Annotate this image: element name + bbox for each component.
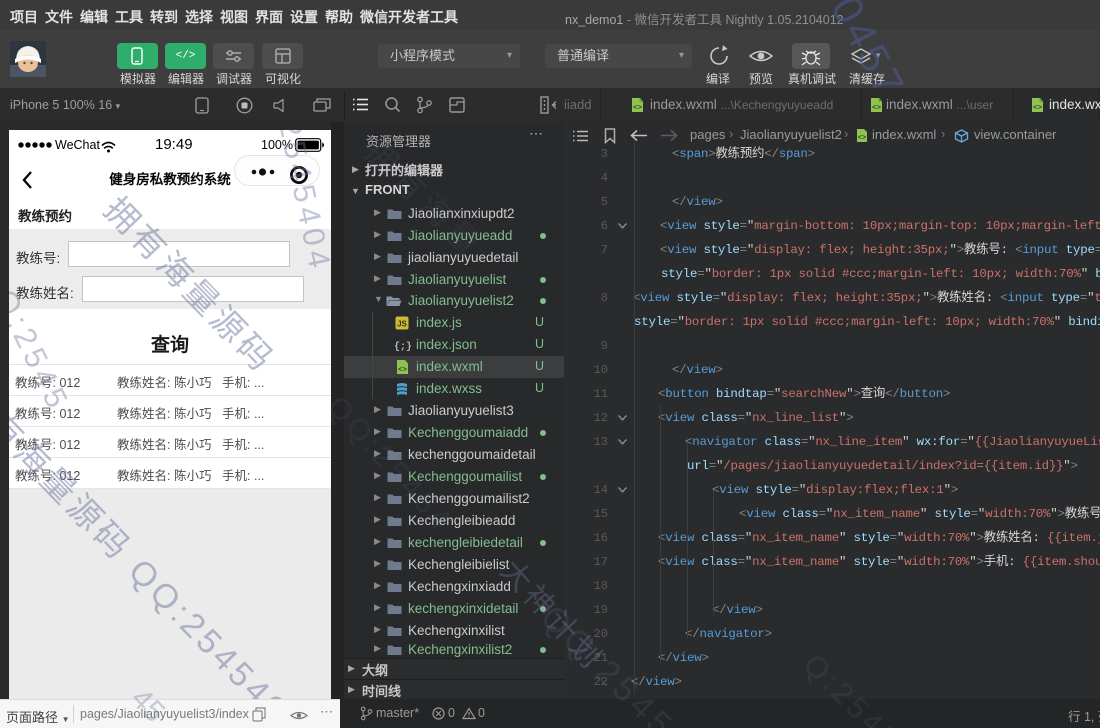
svg-text:<>: <>	[1033, 105, 1043, 113]
svg-text:JS: JS	[397, 320, 407, 329]
svg-text:{;}: {;}	[395, 341, 411, 352]
svg-text:<>: <>	[398, 367, 408, 375]
svg-text:<>: <>	[872, 105, 882, 113]
svg-text:<>: <>	[633, 105, 643, 113]
svg-text:<>: <>	[858, 135, 866, 143]
